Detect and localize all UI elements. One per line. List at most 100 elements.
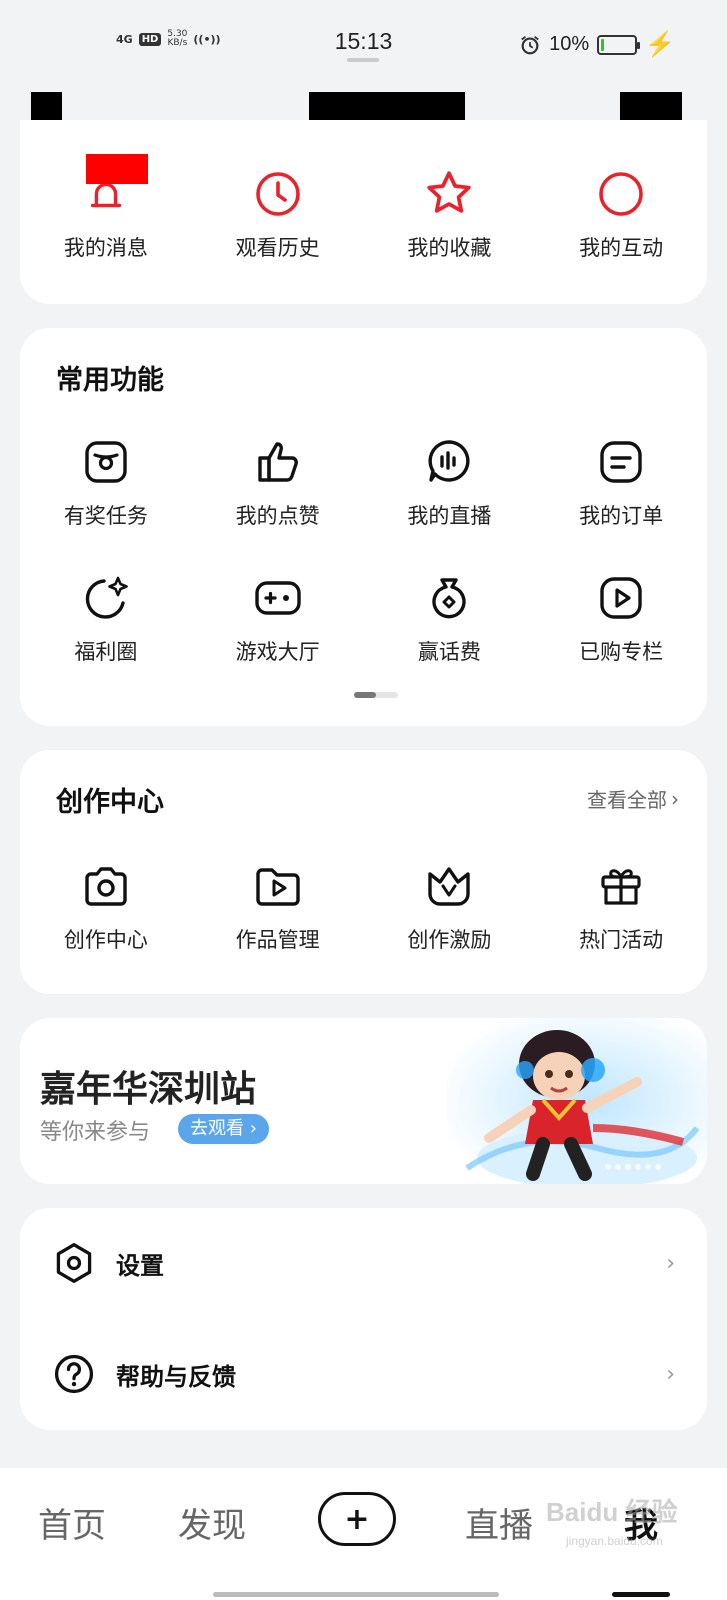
common-functions-title: 常用功能 (56, 365, 164, 396)
creation-center-title: 创作中心 (56, 787, 164, 818)
function-label: 游戏大厅 (235, 640, 320, 664)
battery-icon (597, 34, 641, 55)
creation-incentive-item[interactable]: 创作激励 (364, 860, 536, 954)
banner-page-dots (605, 1164, 661, 1170)
creation-center-card: 创作中心 查看全部 › 创作中心 作品管理 创作激励 热门活动 (20, 750, 707, 994)
function-my-likes[interactable]: 我的点赞 (192, 436, 364, 530)
quick-action-label: 我的收藏 (407, 236, 492, 260)
creation-label: 创作激励 (407, 928, 492, 952)
chevron-right-icon: › (666, 1361, 675, 1387)
banner-dot (625, 1164, 631, 1170)
quick-action-label: 观看历史 (235, 236, 320, 260)
creation-label: 创作中心 (63, 928, 148, 952)
plus-icon: + (344, 1501, 370, 1537)
quick-action-favorites[interactable]: 我的收藏 (364, 168, 536, 262)
gift-icon (595, 860, 647, 912)
clock-icon (252, 168, 304, 220)
welfare-icon (80, 572, 132, 624)
function-label: 有奖任务 (63, 504, 148, 528)
page-indicator (354, 692, 398, 698)
star-icon (423, 168, 475, 220)
status-right: 10% ⚡ (519, 30, 675, 59)
create-plus-button[interactable]: + (318, 1492, 396, 1546)
crown-icon (423, 860, 475, 912)
charging-icon: ⚡ (645, 31, 675, 58)
function-label: 已购专栏 (579, 640, 664, 664)
banner-title: 嘉年华深圳站 (40, 1069, 257, 1110)
quick-action-label: 我的消息 (63, 236, 148, 260)
quick-action-messages[interactable]: 我的消息 (20, 154, 192, 262)
thumbs-up-icon (252, 436, 304, 488)
creation-label: 热门活动 (579, 928, 664, 952)
common-functions-card: 常用功能 有奖任务 我的点赞 我的直播 我的订单 福利圈 游戏大厅 赢话费 已购… (20, 328, 707, 726)
settings-icon (56, 1243, 92, 1283)
hot-activities-item[interactable]: 热门活动 (535, 860, 707, 954)
settings-list-card: 设置 › 帮助与反馈 › (20, 1208, 707, 1430)
settings-row[interactable]: 设置 › (20, 1208, 707, 1318)
function-label: 我的点赞 (235, 504, 320, 528)
help-icon (54, 1354, 94, 1394)
function-purchased-column[interactable]: 已购专栏 (535, 572, 707, 666)
function-my-orders[interactable]: 我的订单 (535, 436, 707, 530)
settings-label: 设置 (116, 1251, 164, 1280)
creation-center-item[interactable]: 创作中心 (20, 860, 192, 954)
banner-subtitle: 等你来参与 (40, 1120, 151, 1145)
home-indicator (213, 1592, 499, 1597)
banner-dot (655, 1164, 661, 1170)
purchased-column-icon (595, 572, 647, 624)
bell-icon (80, 154, 148, 220)
works-management-item[interactable]: 作品管理 (192, 860, 364, 954)
function-label: 福利圈 (74, 640, 138, 664)
battery-percent: 10% (549, 33, 590, 55)
alarm-icon (521, 35, 539, 54)
banner-dot (635, 1164, 641, 1170)
quick-action-interactions[interactable]: 我的互动 (535, 168, 707, 262)
function-my-live[interactable]: 我的直播 (364, 436, 536, 530)
creation-label: 作品管理 (235, 928, 320, 952)
common-functions-row-1: 有奖任务 我的点赞 我的直播 我的订单 (20, 436, 707, 530)
function-label: 赢话费 (417, 640, 481, 664)
status-bar: 4G HD 5.30 KB/s ((•)) 15:13 10% ⚡ (0, 0, 727, 84)
reward-task-icon (80, 436, 132, 488)
function-label: 我的订单 (579, 504, 664, 528)
battery-fill (601, 38, 605, 51)
banner-dot (615, 1164, 621, 1170)
banner-dot (645, 1164, 651, 1170)
watch-button-label: 去观看 (190, 1118, 244, 1139)
help-feedback-row[interactable]: 帮助与反馈 › (20, 1319, 707, 1429)
quick-actions-grid: 我的消息 观看历史 我的收藏 我的互动 (20, 154, 707, 262)
status-time-underline (347, 58, 379, 62)
redacted-badge (85, 154, 148, 184)
function-welfare[interactable]: 福利圈 (20, 572, 192, 666)
nav-live[interactable]: 直播 (465, 1498, 533, 1547)
quick-actions-card: 我的消息 观看历史 我的收藏 我的互动 (20, 120, 707, 304)
order-icon (595, 436, 647, 488)
function-game-hall[interactable]: 游戏大厅 (192, 572, 364, 666)
function-reward-task[interactable]: 有奖任务 (20, 436, 192, 530)
page-indicator-active (354, 692, 376, 698)
quick-action-history[interactable]: 观看历史 (192, 168, 364, 262)
folder-play-icon (252, 860, 304, 912)
watch-button[interactable]: 去观看 › (178, 1114, 269, 1144)
circle-icon (595, 168, 647, 220)
baidu-watermark-logo: Baidu 经验 (546, 1497, 678, 1527)
common-functions-row-2: 福利圈 游戏大厅 赢话费 已购专栏 (20, 572, 707, 666)
nav-discover[interactable]: 发现 (178, 1498, 246, 1547)
quick-action-label: 我的互动 (579, 236, 664, 260)
live-icon (423, 436, 475, 488)
chevron-right-icon: › (666, 1250, 675, 1276)
banner-character-illustration (447, 1018, 707, 1184)
money-bag-icon (423, 572, 475, 624)
promo-banner[interactable]: 嘉年华深圳站 等你来参与 去观看 › (20, 1018, 707, 1184)
view-all-link[interactable]: 查看全部 › (587, 784, 679, 813)
gamepad-icon (252, 572, 304, 624)
active-tab-indicator (612, 1592, 670, 1597)
nav-home[interactable]: 首页 (38, 1498, 106, 1547)
view-all-label: 查看全部 (587, 788, 667, 812)
creation-center-grid: 创作中心 作品管理 创作激励 热门活动 (20, 860, 707, 954)
chevron-right-icon: › (244, 1118, 257, 1139)
chevron-right-icon: › (671, 786, 679, 811)
baidu-watermark-url: jingyan.baidu.com (566, 1534, 663, 1548)
function-win-phone-credit[interactable]: 赢话费 (364, 572, 536, 666)
function-label: 我的直播 (407, 504, 492, 528)
